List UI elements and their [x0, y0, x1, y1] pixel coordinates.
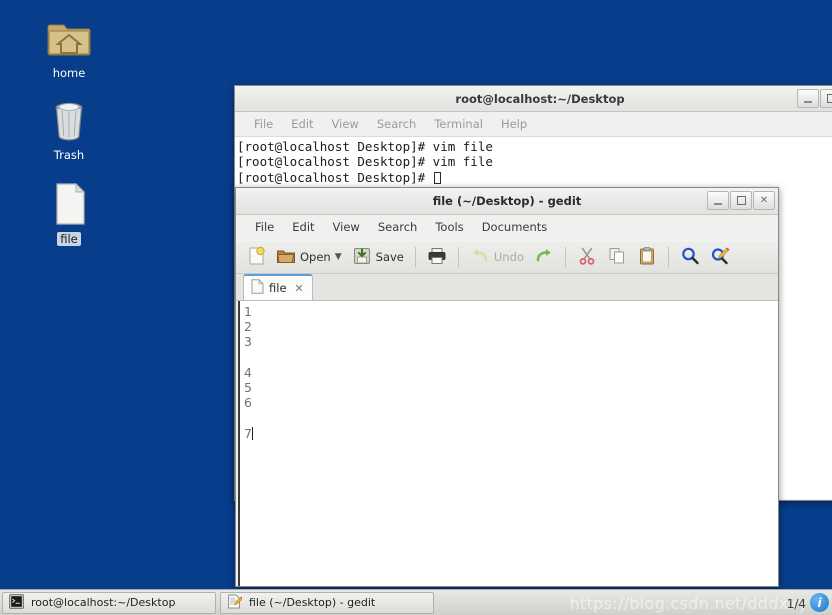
terminal-menu-help[interactable]: Help [492, 112, 536, 137]
gedit-document-area[interactable]: 123 456 7 [238, 301, 778, 586]
desktop-icon-file[interactable]: file [26, 180, 112, 246]
gedit-close-button[interactable]: ✕ [753, 191, 775, 210]
gedit-titlebar[interactable]: file (~/Desktop) - gedit ✕ [236, 188, 778, 215]
save-disk-icon [352, 246, 372, 269]
copy-button[interactable] [603, 243, 631, 271]
gedit-menu-view[interactable]: View [324, 215, 369, 240]
undo-button[interactable]: Undo [466, 243, 528, 271]
toolbar-separator [667, 247, 669, 267]
taskbar: root@localhost:~/Desktop file (~/Desktop… [0, 589, 832, 615]
desktop-icon-label: file [57, 232, 81, 246]
document-line: 3 [244, 334, 252, 350]
terminal-menu-file[interactable]: File [245, 112, 282, 137]
terminal-line: [root@localhost Desktop]# [237, 169, 433, 185]
toolbar-separator [564, 247, 566, 267]
printer-icon [427, 246, 447, 269]
document-line: 5 [244, 380, 252, 396]
watermark-text: https://blog.csdn.net/dddxxy [569, 594, 808, 613]
terminal-menu-search[interactable]: Search [368, 112, 426, 137]
terminal-title: root@localhost:~/Desktop [455, 92, 625, 106]
magnifier-icon [680, 246, 700, 269]
gedit-toolbar: Open ▼ Save Undo [236, 240, 778, 274]
gedit-tab-file[interactable]: file ✕ [243, 274, 313, 300]
redo-button[interactable] [530, 243, 558, 271]
document-line: 7 [244, 425, 252, 441]
copy-icon [607, 246, 627, 269]
scissors-icon [577, 246, 597, 269]
gedit-icon [227, 594, 243, 612]
close-icon[interactable]: ✕ [295, 282, 304, 295]
terminal-line: [root@localhost Desktop]# vim file [237, 154, 493, 170]
print-button[interactable] [423, 243, 451, 271]
document-line: 4 [244, 364, 252, 380]
trash-can-icon [26, 96, 112, 144]
gedit-menu-search[interactable]: Search [369, 215, 427, 240]
find-replace-icon [710, 246, 730, 269]
redo-arrow-icon [534, 246, 554, 269]
terminal-minimize-button[interactable] [797, 89, 819, 108]
gedit-menu-edit[interactable]: Edit [283, 215, 323, 240]
gedit-menu-file[interactable]: File [246, 215, 283, 240]
taskbar-button-gedit[interactable]: file (~/Desktop) - gedit [220, 591, 434, 614]
paste-button[interactable] [633, 243, 661, 271]
gedit-maximize-button[interactable] [730, 191, 752, 210]
save-button[interactable]: Save [348, 243, 408, 271]
terminal-menu-edit[interactable]: Edit [282, 112, 322, 137]
chevron-down-icon[interactable]: ▼ [335, 252, 342, 262]
replace-button[interactable] [706, 243, 734, 271]
open-folder-icon [276, 246, 296, 269]
gedit-menubar: File Edit View Search Tools Documents [236, 215, 778, 240]
terminal-menu-terminal[interactable]: Terminal [425, 112, 492, 137]
desktop: home Trash file root@localhost:~/Desktop… [0, 0, 832, 615]
desktop-icon-home[interactable]: home [26, 14, 112, 80]
document-icon [251, 278, 264, 297]
open-button[interactable]: Open ▼ [272, 243, 346, 271]
undo-button-label: Undo [493, 250, 524, 264]
terminal-cursor [433, 171, 441, 184]
desktop-icon-trash[interactable]: Trash [26, 96, 112, 162]
terminal-maximize-button[interactable] [820, 89, 832, 108]
new-document-icon [246, 246, 266, 269]
save-button-label: Save [375, 250, 404, 264]
find-button[interactable] [676, 243, 704, 271]
document-line: 2 [244, 319, 252, 335]
terminal-menu-view[interactable]: View [323, 112, 368, 137]
gedit-tab-label: file [269, 281, 287, 295]
gedit-title: file (~/Desktop) - gedit [432, 194, 582, 208]
gedit-window-buttons: ✕ [707, 191, 775, 210]
open-button-label: Open [300, 250, 331, 264]
new-document-button[interactable] [242, 243, 270, 271]
terminal-titlebar[interactable]: root@localhost:~/Desktop [235, 86, 832, 112]
gedit-tabstrip: file ✕ [236, 274, 778, 301]
clipboard-icon [637, 246, 657, 269]
text-cursor [251, 426, 253, 440]
terminal-line: [root@localhost Desktop]# vim file [237, 139, 493, 154]
cut-button[interactable] [573, 243, 601, 271]
folder-home-icon [26, 14, 112, 62]
page-indicator: 1/4 [786, 597, 806, 611]
toolbar-separator [457, 247, 459, 267]
terminal-icon [9, 593, 24, 612]
taskbar-button-label: file (~/Desktop) - gedit [249, 596, 376, 609]
desktop-icon-label: home [52, 66, 86, 80]
taskbar-button-label: root@localhost:~/Desktop [31, 596, 176, 609]
gedit-menu-documents[interactable]: Documents [473, 215, 557, 240]
desktop-icon-label: Trash [53, 148, 85, 162]
terminal-window-buttons [797, 89, 832, 108]
undo-arrow-icon [470, 246, 490, 269]
gedit-minimize-button[interactable] [707, 191, 729, 210]
gedit-window[interactable]: file (~/Desktop) - gedit ✕ File Edit Vie… [235, 187, 779, 587]
taskbar-button-terminal[interactable]: root@localhost:~/Desktop [2, 591, 216, 614]
terminal-menubar: File Edit View Search Terminal Help [235, 112, 832, 137]
text-file-icon [26, 180, 112, 228]
document-line: 6 [244, 395, 252, 411]
info-badge-icon: i [810, 593, 829, 612]
gedit-menu-tools[interactable]: Tools [426, 215, 472, 240]
document-line-with-cursor: 7 [244, 426, 778, 441]
terminal-prompt-line: [root@localhost Desktop]# [237, 170, 832, 185]
toolbar-separator [414, 247, 416, 267]
document-line: 1 [244, 304, 252, 319]
